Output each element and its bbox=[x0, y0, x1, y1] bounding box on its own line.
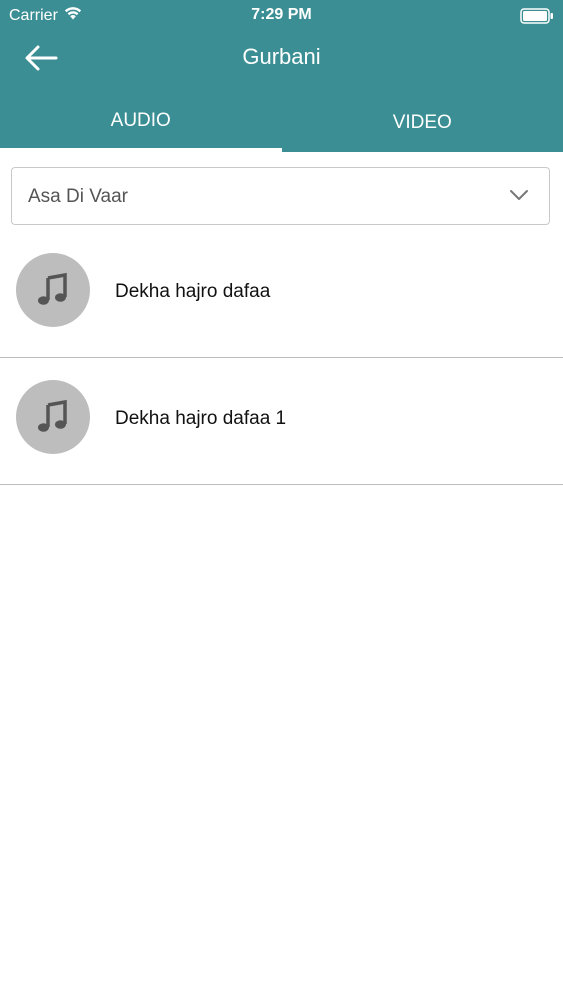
tab-video-label: VIDEO bbox=[392, 112, 452, 133]
chevron-down-icon bbox=[509, 188, 529, 207]
status-time: 7:29 PM bbox=[251, 6, 312, 23]
tab-audio-label: AUDIO bbox=[110, 110, 171, 131]
track-title: Dekha hajro dafaa bbox=[115, 281, 271, 302]
active-tab-indicator bbox=[0, 148, 282, 152]
app-header: Carrier 7:29 PM Gurbani AUDIO VIDEO bbox=[0, 0, 563, 152]
page-title: Gurbani bbox=[242, 44, 321, 69]
tab-video[interactable]: VIDEO bbox=[282, 92, 563, 152]
music-note-icon bbox=[16, 380, 90, 454]
list-item[interactable]: Dekha hajro dafaa 1 bbox=[0, 358, 563, 485]
media-tabs: AUDIO VIDEO bbox=[0, 92, 563, 152]
category-dropdown[interactable]: Asa Di Vaar bbox=[11, 167, 550, 225]
navigation-bar: Gurbani bbox=[0, 30, 563, 90]
music-note-icon bbox=[16, 253, 90, 327]
dropdown-selected-value: Asa Di Vaar bbox=[28, 186, 128, 207]
tab-audio[interactable]: AUDIO bbox=[0, 92, 282, 152]
status-bar: Carrier 7:29 PM bbox=[0, 0, 563, 30]
battery-icon bbox=[520, 8, 554, 29]
track-title: Dekha hajro dafaa 1 bbox=[115, 408, 287, 429]
list-item[interactable]: Dekha hajro dafaa bbox=[0, 231, 563, 358]
track-list: Dekha hajro dafaa Dekha hajro dafaa 1 bbox=[0, 231, 563, 485]
